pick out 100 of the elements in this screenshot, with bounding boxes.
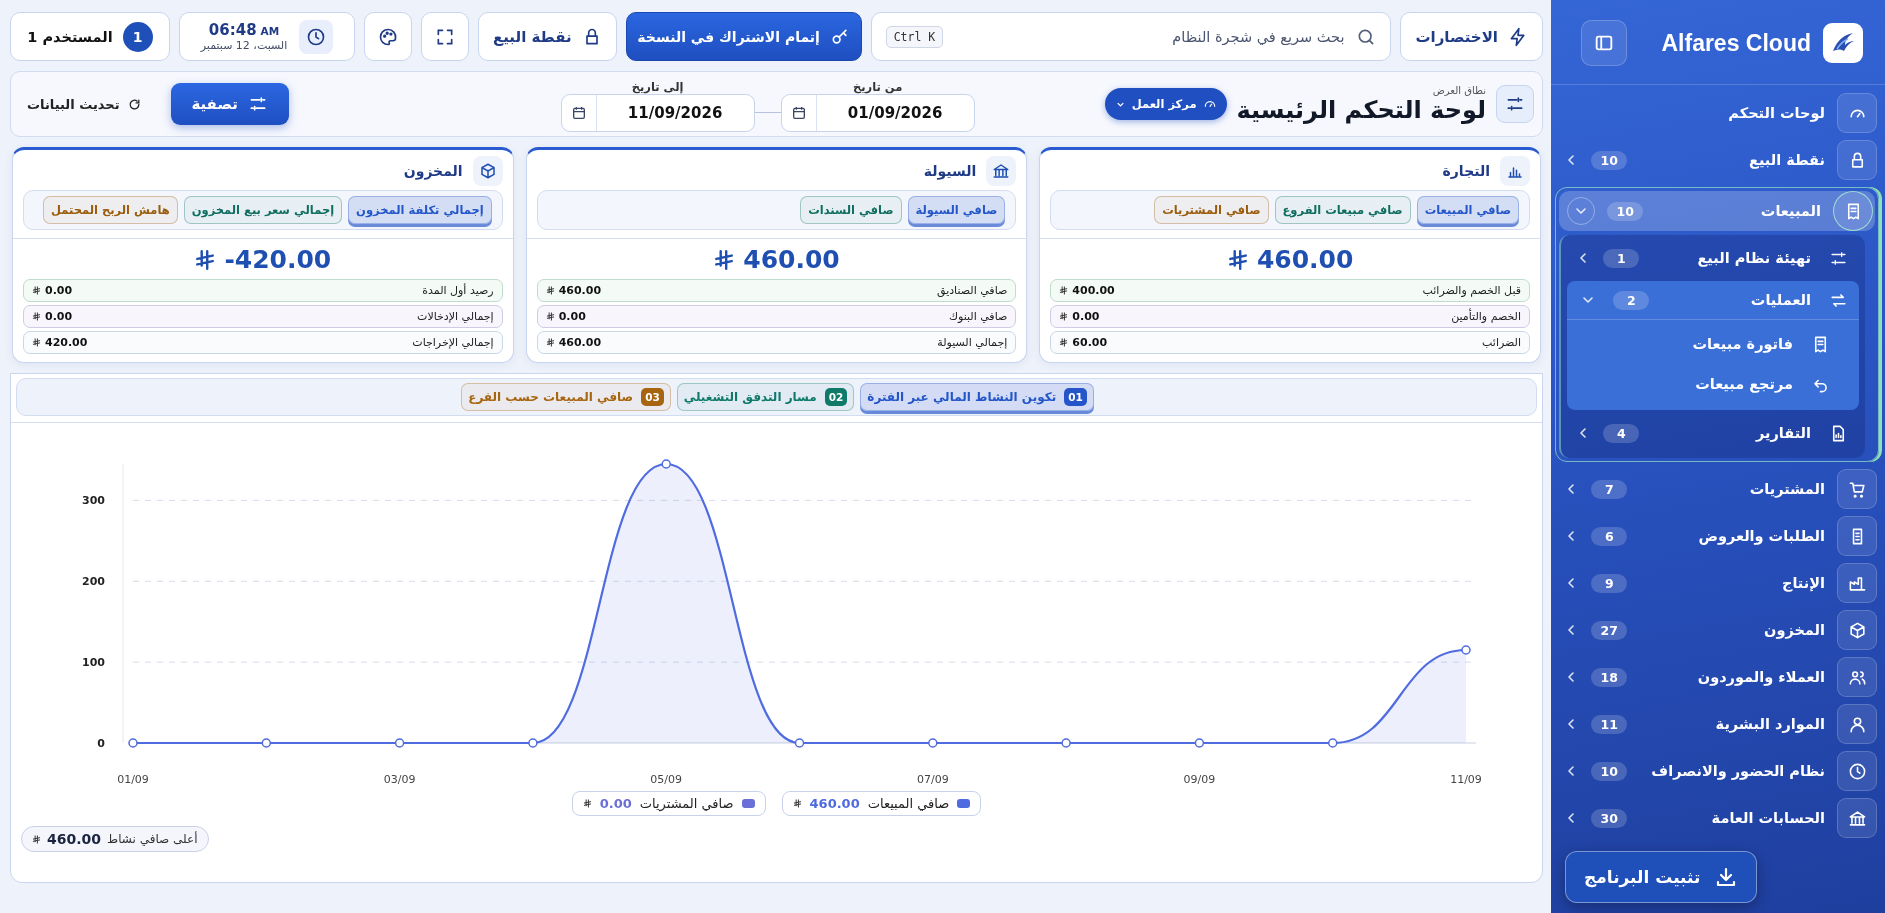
riyal-sign-icon — [1059, 338, 1069, 347]
refresh-icon — [127, 97, 141, 111]
fullscreen-button[interactable] — [421, 12, 469, 61]
metric-tab[interactable]: صافي المبيعات — [1416, 196, 1519, 224]
refresh-link[interactable]: تحديث البيانات — [27, 96, 141, 112]
sliders-icon — [1505, 94, 1525, 114]
date-field[interactable]: 01/09/2026 — [780, 94, 975, 132]
count-badge: 30 — [1591, 808, 1628, 828]
subscribe-button[interactable]: إتمام الاشتراك في النسخة — [625, 12, 862, 61]
page-title: لوحة التحكم الرئيسية — [1236, 95, 1486, 124]
search-input[interactable]: بحث سريع في شجرة النظام — [953, 27, 1347, 46]
count-badge: 27 — [1591, 620, 1628, 640]
row-amount: 460.00 — [558, 284, 602, 297]
data-point — [661, 459, 671, 469]
metric-tab[interactable]: صافي مبيعات الفروع — [1274, 196, 1411, 224]
theme-button[interactable] — [364, 12, 412, 61]
count-badge: 2 — [1613, 290, 1650, 310]
peak-amount: 460.00 — [47, 831, 102, 847]
riyal-sign-icon — [713, 248, 736, 271]
metric-tab[interactable]: صافي السيولة — [907, 196, 1006, 224]
total-amount: 460.00 — [743, 245, 840, 274]
menu-item[interactable]: مرتجع مبيعات — [1567, 364, 1859, 404]
metric-tab[interactable]: إجمالي سعر بيع المخزون — [183, 196, 343, 224]
legend-label: صافي المبيعات — [867, 796, 950, 811]
install-app-button[interactable]: تثبيت البرنامج — [1565, 851, 1758, 903]
metric-tab[interactable]: هامش الربح المحتمل — [43, 196, 178, 224]
data-point — [128, 738, 138, 748]
data-point — [1461, 645, 1471, 655]
step-number: 02 — [824, 388, 848, 406]
scope-caption: نطاق العرض — [1431, 84, 1486, 96]
data-point — [261, 738, 272, 748]
count-badge: 10 — [1607, 201, 1644, 221]
y-axis-label: 0 — [97, 737, 105, 750]
metric-tab[interactable]: إجمالي تكلفة المخزون — [348, 196, 492, 224]
row-label: الضرائب — [1482, 336, 1521, 349]
cube-icon — [478, 162, 497, 180]
card-title: التجارة — [1442, 163, 1490, 179]
x-axis-label: 01/09 — [117, 773, 149, 786]
calendar-icon — [790, 105, 807, 121]
cube-icon — [1847, 620, 1867, 640]
row-amount: 0.00 — [45, 310, 73, 323]
cart-icon — [1847, 479, 1867, 499]
shortcuts-button[interactable]: الاختصارات — [1400, 12, 1543, 61]
data-point — [528, 738, 538, 748]
count-badge: 4 — [1603, 423, 1640, 443]
legend-value: 0.00 — [599, 796, 632, 811]
row-label: قبل الخصم والضرائب — [1422, 284, 1521, 297]
work-center-dropdown[interactable]: مركز العمل — [1104, 88, 1227, 120]
bank-icon — [1847, 808, 1867, 828]
date-label: من تاريخ — [852, 80, 903, 94]
data-point — [1194, 738, 1205, 748]
clock-icon — [1847, 761, 1867, 781]
total-amount: 460.00 — [1256, 245, 1354, 274]
riyal-sign-icon — [32, 338, 41, 347]
menu-item[interactable]: لوحات التحكم — [1555, 93, 1879, 133]
sidebar-toggle-button[interactable] — [1581, 20, 1627, 66]
row-amount: 0.00 — [45, 284, 73, 297]
row-label: إجمالي الإخراجات — [412, 336, 494, 349]
y-axis-label: 200 — [82, 575, 105, 589]
x-axis-label: 05/09 — [650, 773, 683, 786]
riyal-sign-icon — [1059, 312, 1069, 321]
metric-tab[interactable]: صافي المشتريات — [1154, 196, 1269, 224]
riyal-sign-icon — [1059, 286, 1069, 295]
count-badge: 1 — [1603, 248, 1640, 268]
y-axis-label: 100 — [82, 656, 105, 670]
row-amount: 400.00 — [1072, 284, 1115, 297]
shortcut-key-hint: Ctrl K — [885, 25, 944, 48]
count-badge: 7 — [1591, 479, 1628, 499]
data-point — [794, 738, 805, 748]
date-field[interactable]: 11/09/2026 — [560, 94, 755, 132]
row-label: إجمالي السيولة — [937, 336, 1008, 349]
palette-icon — [378, 26, 398, 47]
point-of-sale-button[interactable]: نقطة البيع — [478, 12, 617, 61]
count-badge: 9 — [1591, 573, 1628, 593]
bank-icon — [992, 162, 1011, 180]
time-label: 06:48 — [208, 21, 257, 39]
riyal-sign-icon — [545, 338, 555, 347]
calendar-icon — [570, 105, 587, 121]
x-axis-label: 07/09 — [916, 773, 949, 786]
date-label: السبت، 12 سبتمبر — [200, 39, 288, 52]
count-badge: 18 — [1591, 667, 1628, 687]
data-point — [1061, 738, 1071, 748]
row-amount: 60.00 — [1072, 336, 1108, 349]
row-label: إجمالي الإدخالات — [417, 310, 494, 323]
metric-tab[interactable]: صافي السندات — [800, 196, 902, 224]
wing-logo-icon — [1823, 23, 1863, 63]
user-icon — [1847, 714, 1867, 734]
row-label: الخصم والتأمين — [1451, 310, 1521, 323]
data-point — [394, 738, 405, 748]
menu-item[interactable]: فاتورة مبيعات — [1567, 324, 1859, 364]
step-number: 01 — [1064, 388, 1087, 406]
lightning-icon — [1508, 26, 1528, 47]
x-axis-label: 09/09 — [1183, 773, 1216, 786]
row-amount: 0.00 — [1072, 310, 1100, 323]
filter-button[interactable]: تصفية — [170, 83, 289, 125]
riyal-sign-icon — [32, 286, 41, 295]
riyal-sign-icon — [545, 312, 555, 321]
total-amount: -420.00 — [224, 245, 332, 274]
row-amount: 420.00 — [45, 336, 88, 349]
card-title: المخزون — [403, 163, 463, 179]
